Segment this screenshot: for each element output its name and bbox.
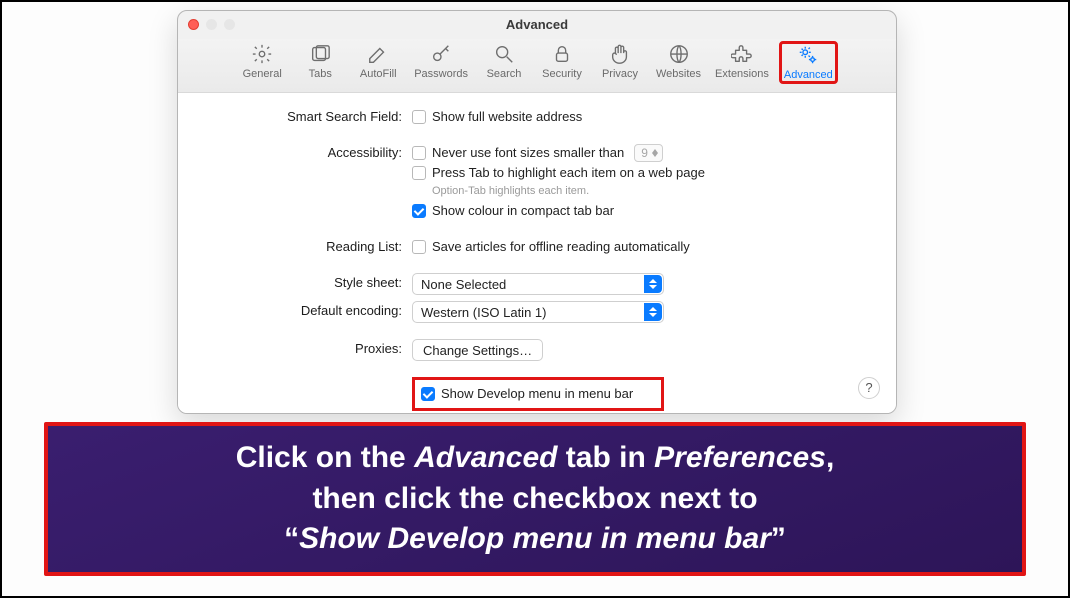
tab-search[interactable]: Search (478, 41, 530, 84)
highlight-develop-menu: Show Develop menu in menu bar (412, 377, 664, 411)
select-value: Western (ISO Latin 1) (421, 305, 546, 320)
chevron-updown-icon (644, 303, 662, 321)
checkbox-label: Show full website address (432, 107, 582, 127)
label-default-encoding: Default encoding: (200, 301, 412, 321)
font-size-stepper[interactable]: 9 (634, 144, 663, 162)
tab-websites[interactable]: Websites (652, 41, 705, 84)
tab-label: Extensions (715, 68, 769, 80)
checkbox-label: Save articles for offline reading automa… (432, 237, 690, 257)
checkbox-icon (412, 166, 426, 180)
search-icon (493, 43, 515, 68)
tab-label: Tabs (309, 68, 332, 80)
tab-label: Websites (656, 68, 701, 80)
tab-label: General (243, 68, 282, 80)
gears-icon (797, 44, 819, 69)
preferences-window: Advanced General Tabs AutoFill Passwords… (177, 10, 897, 414)
checkbox-show-develop-menu[interactable]: Show Develop menu in menu bar (421, 384, 633, 404)
button-label: Change Settings… (423, 343, 532, 358)
checkbox-icon (421, 387, 435, 401)
select-value: None Selected (421, 277, 506, 292)
checkbox-icon (412, 204, 426, 218)
hint-option-tab: Option-Tab highlights each item. (432, 183, 874, 199)
tab-passwords[interactable]: Passwords (410, 41, 472, 84)
label-accessibility: Accessibility: (200, 143, 412, 163)
pencil-icon (367, 43, 389, 68)
window-controls[interactable] (188, 19, 235, 30)
chevron-updown-icon (644, 275, 662, 293)
tab-label: Privacy (602, 68, 638, 80)
tab-security[interactable]: Security (536, 41, 588, 84)
checkbox-press-tab[interactable]: Press Tab to highlight each item on a we… (412, 163, 874, 183)
minimize-window-button[interactable] (206, 19, 217, 30)
hand-icon (609, 43, 631, 68)
tab-label: Security (542, 68, 582, 80)
tab-label: AutoFill (360, 68, 397, 80)
tab-general[interactable]: General (236, 41, 288, 84)
window-title: Advanced (506, 17, 568, 32)
tab-tabs[interactable]: Tabs (294, 41, 346, 84)
select-style-sheet[interactable]: None Selected (412, 273, 664, 295)
tabs-icon (309, 43, 331, 68)
label-smart-search: Smart Search Field: (200, 107, 412, 127)
tab-label: Search (487, 68, 522, 80)
select-default-encoding[interactable]: Western (ISO Latin 1) (412, 301, 664, 323)
lock-icon (551, 43, 573, 68)
checkbox-icon (412, 240, 426, 254)
titlebar: Advanced (178, 11, 896, 39)
preferences-content: Smart Search Field: Show full website ad… (178, 93, 896, 414)
zoom-window-button[interactable] (224, 19, 235, 30)
checkbox-label: Show colour in compact tab bar (432, 201, 614, 221)
tab-advanced[interactable]: Advanced (779, 41, 838, 84)
instruction-caption: Click on the Advanced tab in Preferences… (44, 422, 1026, 576)
gear-icon (251, 43, 273, 68)
puzzle-icon (731, 43, 753, 68)
checkbox-show-colour-tab[interactable]: Show colour in compact tab bar (412, 201, 874, 221)
tab-label: Passwords (414, 68, 468, 80)
checkbox-show-full-address[interactable]: Show full website address (412, 107, 874, 127)
checkbox-never-font-smaller[interactable]: Never use font sizes smaller than 9 (412, 143, 874, 163)
checkbox-label: Press Tab to highlight each item on a we… (432, 163, 705, 183)
help-button[interactable]: ? (858, 377, 880, 399)
checkbox-icon (412, 146, 426, 160)
close-window-button[interactable] (188, 19, 199, 30)
preferences-toolbar: General Tabs AutoFill Passwords Search S… (178, 39, 896, 93)
checkbox-label: Show Develop menu in menu bar (441, 384, 633, 404)
label-reading-list: Reading List: (200, 237, 412, 257)
button-change-proxies[interactable]: Change Settings… (412, 339, 543, 361)
checkbox-label: Never use font sizes smaller than (432, 143, 624, 163)
globe-icon (668, 43, 690, 68)
tab-label: Advanced (784, 69, 833, 81)
label-proxies: Proxies: (200, 339, 412, 359)
key-icon (430, 43, 452, 68)
checkbox-icon (412, 110, 426, 124)
tab-privacy[interactable]: Privacy (594, 41, 646, 84)
checkbox-save-offline[interactable]: Save articles for offline reading automa… (412, 237, 874, 257)
tab-extensions[interactable]: Extensions (711, 41, 773, 84)
tab-autofill[interactable]: AutoFill (352, 41, 404, 84)
label-style-sheet: Style sheet: (200, 273, 412, 293)
